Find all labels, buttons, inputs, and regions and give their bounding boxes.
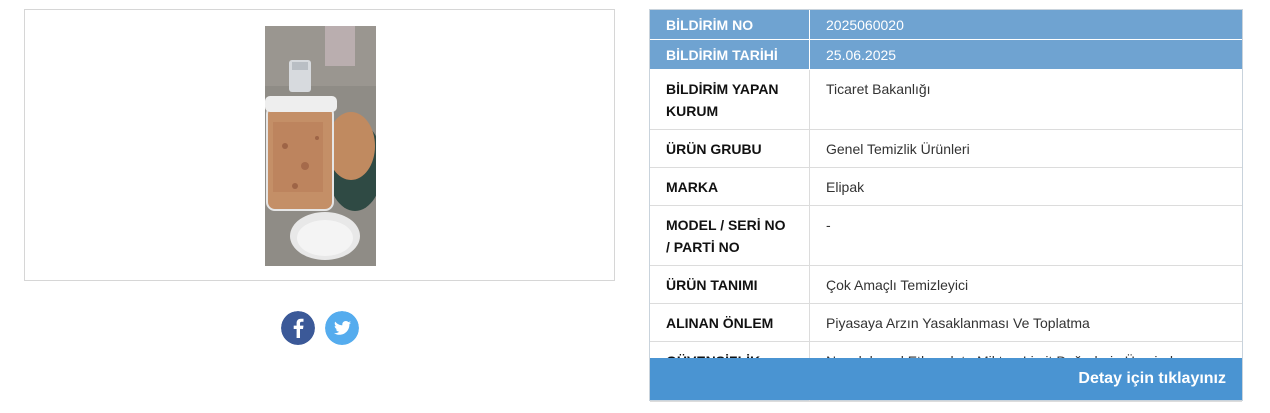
product-photo[interactable] [265,26,376,266]
detail-link-button[interactable]: Detay için tıklayınız [650,358,1242,400]
row-key: BİLDİRİM TARİHİ [650,39,810,70]
row-key: BİLDİRİM NO [650,10,810,40]
row-urun-tanimi: ÜRÜN TANIMI Çok Amaçlı Temizleyici [650,265,1242,304]
row-value: 2025060020 [809,10,1242,40]
notification-info-panel: BİLDİRİM NO 2025060020 BİLDİRİM TARİHİ 2… [649,9,1243,402]
product-image-frame [24,9,615,281]
row-key: ÜRÜN TANIMI [650,265,810,304]
row-alinan-onlem: ALINAN ÖNLEM Piyasaya Arzın Yasaklanması… [650,303,1242,342]
row-value: Genel Temizlik Ürünleri [809,129,1242,168]
row-marka: MARKA Elipak [650,167,1242,206]
row-urun-grubu: ÜRÜN GRUBU Genel Temizlik Ürünleri [650,129,1242,168]
social-share [281,311,359,345]
row-key: ALINAN ÖNLEM [650,303,810,342]
notification-table: BİLDİRİM NO 2025060020 BİLDİRİM TARİHİ 2… [650,10,1242,402]
facebook-icon[interactable] [281,311,315,345]
row-bildirim-tarihi: BİLDİRİM TARİHİ 25.06.2025 [650,39,1242,70]
row-key: ÜRÜN GRUBU [650,129,810,168]
row-bildirim-yapan-kurum: BİLDİRİM YAPAN KURUM Ticaret Bakanlığı [650,69,1242,130]
row-key: BİLDİRİM YAPAN KURUM [650,69,810,130]
twitter-icon[interactable] [325,311,359,345]
row-value: - [809,205,1242,266]
row-value: Çok Amaçlı Temizleyici [809,265,1242,304]
row-bildirim-no: BİLDİRİM NO 2025060020 [650,10,1242,40]
row-value: Elipak [809,167,1242,206]
row-value: Ticaret Bakanlığı [809,69,1242,130]
row-key: MODEL / SERİ NO / PARTİ NO [650,205,810,266]
row-value: Piyasaya Arzın Yasaklanması Ve Toplatma [809,303,1242,342]
row-value: 25.06.2025 [809,39,1242,70]
row-key: MARKA [650,167,810,206]
row-model-seri-parti: MODEL / SERİ NO / PARTİ NO - [650,205,1242,266]
